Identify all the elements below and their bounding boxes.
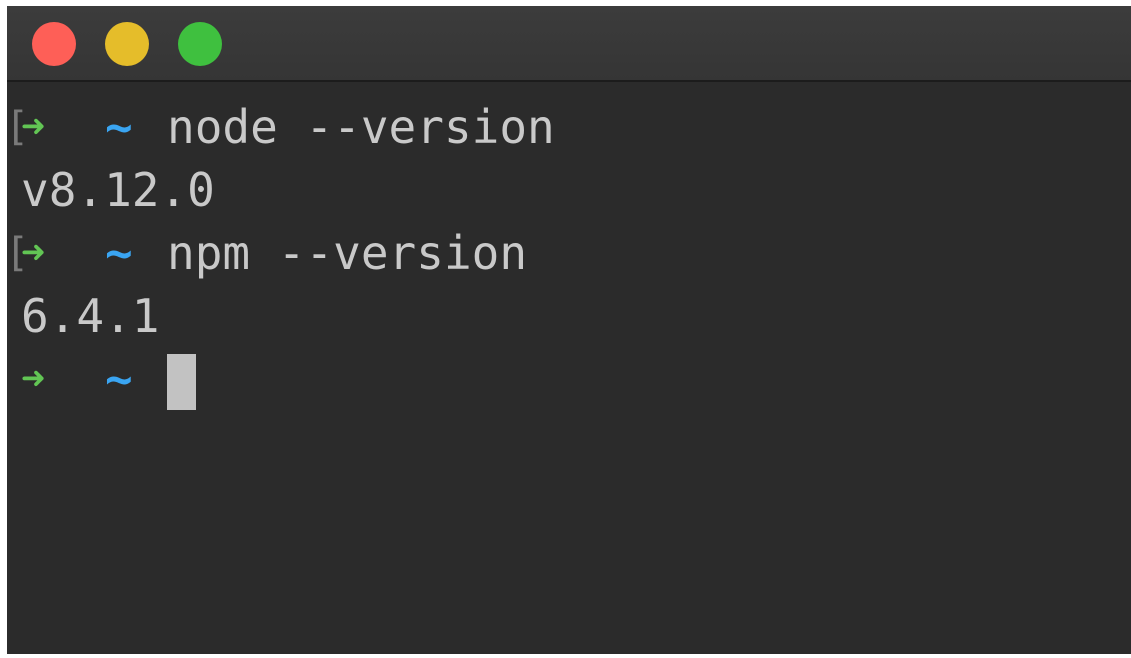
terminal-line-output: 6.4.1 [7, 285, 1131, 348]
terminal-line-input[interactable]: ➜ ~ [7, 348, 1131, 411]
terminal-content[interactable]: [ ➜ ~ node --version v8.12.0 [ ➜ ~ npm -… [7, 96, 1131, 646]
close-button[interactable] [32, 22, 76, 66]
prompt-cwd: ~ [105, 352, 133, 406]
prompt-cwd: ~ [105, 100, 133, 154]
zoom-button[interactable] [178, 22, 222, 66]
prompt-arrow-icon: ➜ [21, 230, 46, 276]
prompt-arrow-icon: ➜ [21, 104, 46, 150]
minimize-button[interactable] [105, 22, 149, 66]
command-text: node --version [167, 100, 555, 154]
terminal-line-command: [ ➜ ~ node --version [7, 96, 1131, 159]
terminal-line-output: v8.12.0 [7, 159, 1131, 222]
text-cursor [167, 354, 196, 410]
output-text: v8.12.0 [21, 163, 215, 217]
command-text: npm --version [167, 226, 528, 280]
prompt-cwd: ~ [105, 226, 133, 280]
terminal-line-command: [ ➜ ~ npm --version [7, 222, 1131, 285]
title-bar [7, 6, 1131, 82]
terminal-window: [ ➜ ~ node --version v8.12.0 [ ➜ ~ npm -… [7, 6, 1131, 654]
prompt-arrow-icon: ➜ [21, 356, 46, 402]
output-text: 6.4.1 [21, 289, 160, 343]
